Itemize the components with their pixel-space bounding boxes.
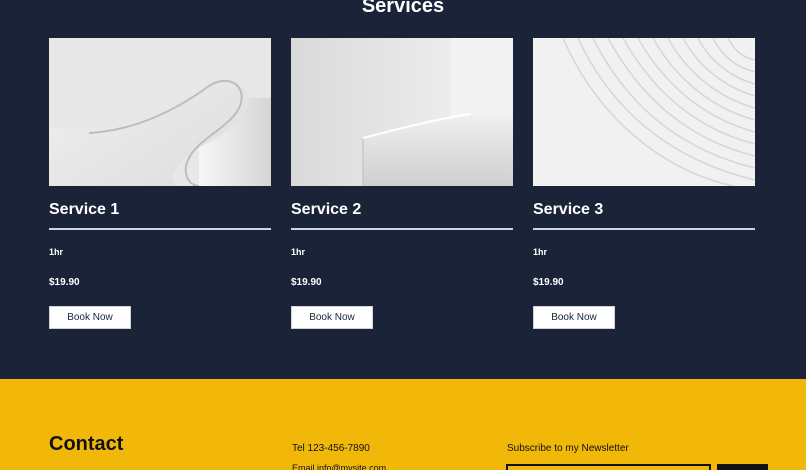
footer-section: Contact Tel 123-456-7890 Email info@mysi… — [0, 379, 806, 470]
service-card: Service 1 1hr $19.90 Book Now — [49, 38, 271, 329]
service-duration: 1hr — [291, 247, 306, 257]
email-text[interactable]: Email info@mysite.com — [292, 462, 386, 470]
service-card: Service 2 1hr $19.90 Book Now — [291, 38, 513, 329]
service-price: $19.90 — [49, 277, 80, 288]
phone-text: Tel 123-456-7890 — [292, 443, 370, 454]
divider — [533, 228, 755, 230]
service-image — [291, 38, 513, 186]
service-card: Service 3 1hr $19.90 Book Now — [533, 38, 755, 329]
divider — [291, 228, 513, 230]
service-duration: 1hr — [533, 247, 548, 257]
services-heading: Services — [361, 0, 445, 17]
service-title: Service 3 — [533, 201, 604, 218]
book-now-button[interactable]: Book Now — [291, 306, 373, 329]
newsletter-submit-button[interactable] — [717, 464, 768, 470]
service-image — [533, 38, 755, 186]
newsletter-label: Subscribe to my Newsletter — [507, 443, 629, 454]
service-price: $19.90 — [533, 277, 564, 288]
divider — [49, 228, 271, 230]
services-section: Services Service 1 1hr $19.90 Book Now S… — [0, 0, 806, 379]
service-price: $19.90 — [291, 277, 322, 288]
newsletter-email-input[interactable] — [506, 464, 711, 470]
service-duration: 1hr — [49, 247, 64, 257]
contact-heading: Contact — [49, 433, 124, 455]
book-now-button[interactable]: Book Now — [49, 306, 131, 329]
service-title: Service 1 — [49, 201, 120, 218]
service-image — [49, 38, 271, 186]
book-now-button[interactable]: Book Now — [533, 306, 615, 329]
service-title: Service 2 — [291, 201, 362, 218]
